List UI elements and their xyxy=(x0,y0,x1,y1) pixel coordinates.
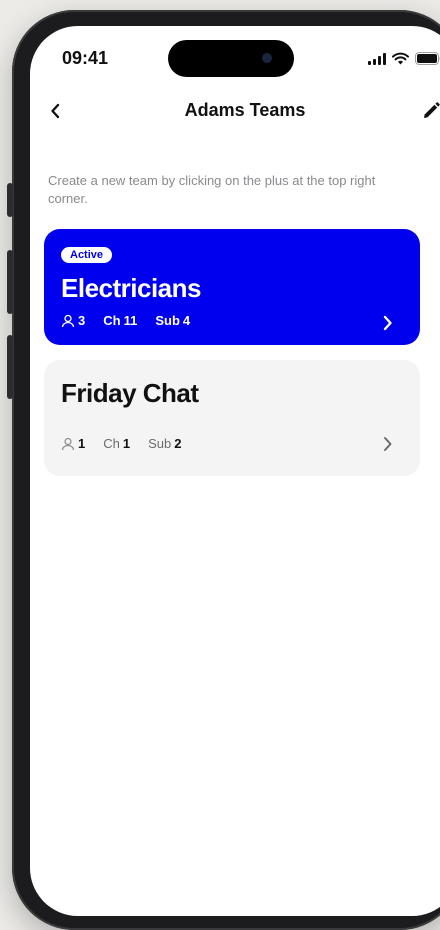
sub-count: Sub 4 xyxy=(155,313,190,328)
channel-count-value: 11 xyxy=(124,313,138,328)
team-name: Electricians xyxy=(61,273,201,304)
sub-count: Sub 2 xyxy=(148,436,181,451)
active-badge: Active xyxy=(61,247,112,263)
sub-label: Sub xyxy=(148,436,171,451)
wifi-icon xyxy=(392,52,409,65)
chevron-right-icon xyxy=(380,315,396,331)
phone-screen: 09:41 Adams Teams xyxy=(30,26,440,916)
sub-count-value: 2 xyxy=(174,436,181,451)
channel-count: Ch 11 xyxy=(103,313,137,328)
chevron-right-icon xyxy=(380,436,396,452)
pencil-icon xyxy=(421,101,440,121)
member-count: 1 xyxy=(61,436,85,451)
team-name: Friday Chat xyxy=(61,378,199,409)
person-icon xyxy=(61,314,75,328)
status-time: 09:41 xyxy=(62,48,108,69)
member-count-value: 3 xyxy=(78,313,85,328)
status-bar: 09:41 xyxy=(30,26,440,86)
instruction-text: Create a new team by clicking on the plu… xyxy=(48,172,398,208)
channel-label: Ch xyxy=(103,313,120,328)
channel-count-value: 1 xyxy=(123,436,130,451)
volume-up-button xyxy=(7,250,13,314)
team-stats: 3 Ch 11 Sub 4 xyxy=(61,313,190,328)
navigation-bar: Adams Teams xyxy=(30,92,440,132)
channel-label: Ch xyxy=(103,436,120,451)
sub-count-value: 4 xyxy=(183,313,190,328)
sub-label: Sub xyxy=(155,313,180,328)
page-title: Adams Teams xyxy=(30,100,440,121)
team-card-electricians[interactable]: Active Electricians 3 Ch 11 Sub 4 xyxy=(44,229,420,345)
team-card-friday-chat[interactable]: Friday Chat 1 Ch 1 Sub 2 xyxy=(44,360,420,476)
status-icons xyxy=(368,52,440,65)
member-count: 3 xyxy=(61,313,85,328)
member-count-value: 1 xyxy=(78,436,85,451)
battery-icon xyxy=(415,52,440,65)
channel-count: Ch 1 xyxy=(103,436,130,451)
mute-switch xyxy=(7,183,13,217)
team-stats: 1 Ch 1 Sub 2 xyxy=(61,436,181,451)
edit-button[interactable] xyxy=(416,96,440,126)
signal-icon xyxy=(368,53,386,65)
volume-down-button xyxy=(7,335,13,399)
person-icon xyxy=(61,437,75,451)
dynamic-island xyxy=(168,40,294,77)
